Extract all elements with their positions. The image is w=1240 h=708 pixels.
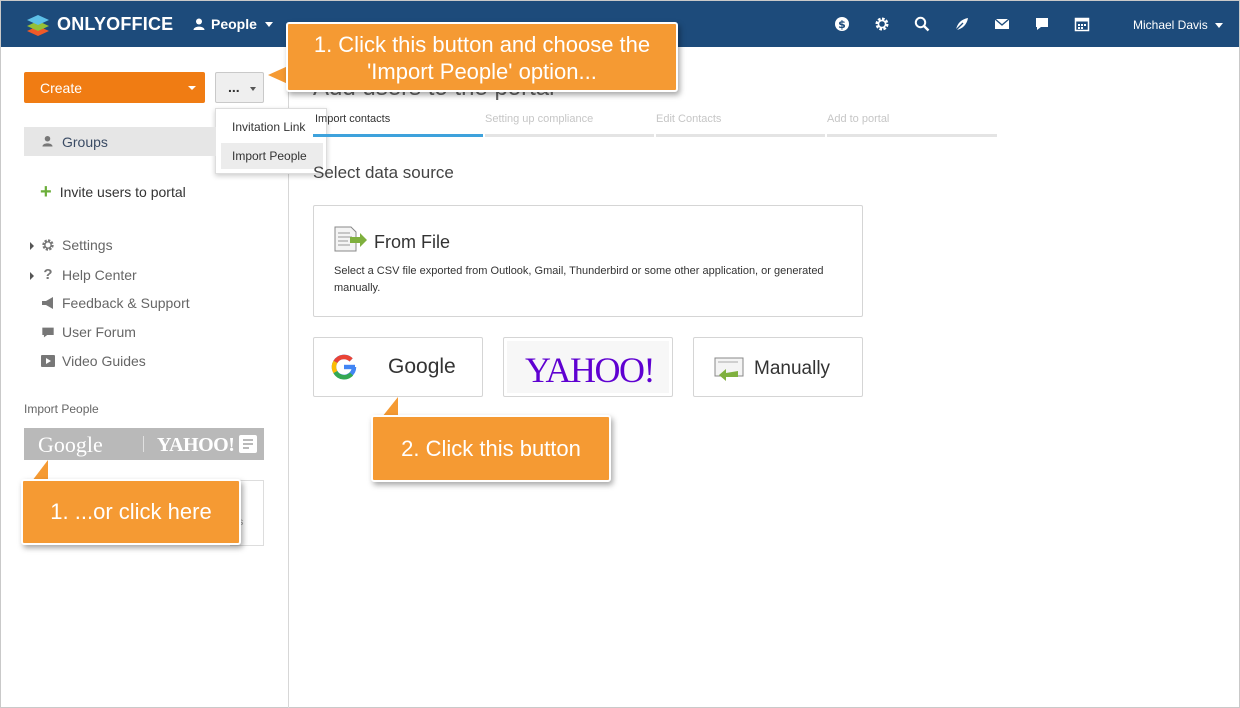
from-file-title: From File: [374, 232, 450, 252]
chevron-down-icon: [188, 86, 196, 90]
calendar-icon[interactable]: [1073, 15, 1091, 33]
sidebar-item-settings[interactable]: Settings: [30, 237, 113, 253]
sidebar-item-feedback-support[interactable]: Feedback & Support: [30, 295, 190, 311]
settings-icon[interactable]: [873, 15, 891, 33]
video-icon: [40, 355, 56, 367]
manual-entry-icon: [714, 357, 744, 381]
more-actions-label: ...: [228, 79, 240, 95]
step-edit-contacts: Edit Contacts: [656, 113, 722, 125]
file-import-icon: [334, 226, 367, 252]
step-progress: [827, 134, 997, 137]
user-menu[interactable]: Michael Davis: [1133, 18, 1223, 32]
more-actions-dropdown: Invitation Link Import People: [215, 108, 327, 174]
google-button-label: Google: [388, 355, 456, 378]
step-add-to-portal: Add to portal: [827, 113, 890, 125]
step-setting-up-compliance: Setting up compliance: [485, 113, 594, 125]
import-google-link[interactable]: Google: [38, 432, 103, 458]
megaphone-icon: [40, 297, 56, 309]
yahoo-logo-area: YAHOO!: [507, 341, 669, 393]
callout-pointer: [382, 397, 398, 417]
sidebar-item-label: Feedback & Support: [62, 295, 190, 311]
callout-alt-step-1: 1. ...or click here: [21, 479, 241, 545]
from-file-option[interactable]: From File Select a CSV file exported fro…: [313, 205, 863, 317]
question-icon: ?: [43, 266, 53, 283]
callout-pointer: [268, 66, 288, 84]
chevron-down-icon: [264, 21, 273, 27]
wizard-steps: Import contacts Setting up compliance Ed…: [313, 113, 997, 138]
callout-alt-step-1-text: 1. ...or click here: [50, 499, 212, 524]
expand-arrow-icon[interactable]: [30, 271, 34, 280]
sidebar-item-label: Help Center: [62, 266, 137, 283]
menu-item-import-people[interactable]: Import People: [221, 143, 323, 169]
onlyoffice-logo-icon[interactable]: [25, 12, 51, 38]
chevron-down-icon: [250, 87, 256, 91]
logo-text[interactable]: ONLYOFFICE: [57, 14, 173, 35]
callout-step-2-text: 2. Click this button: [401, 436, 581, 461]
invite-users-label: Invite users to portal: [59, 184, 186, 200]
chevron-down-icon: [1214, 22, 1223, 28]
gear-icon: [40, 238, 56, 252]
sidebar-item-label: Settings: [62, 237, 113, 253]
create-button-label: Create: [40, 80, 83, 96]
create-button[interactable]: Create: [24, 72, 205, 103]
payments-icon[interactable]: $: [833, 15, 851, 33]
sidebar-item-label: Video Guides: [62, 353, 146, 369]
yahoo-import-button[interactable]: YAHOO!: [503, 337, 673, 397]
section-title: Select data source: [313, 163, 454, 182]
person-icon: [42, 135, 53, 147]
divider: [143, 436, 144, 452]
menu-item-invitation-link[interactable]: Invitation Link: [221, 114, 323, 140]
module-label: People: [211, 16, 257, 32]
chat-icon[interactable]: [1033, 15, 1051, 33]
callout-step-1: 1. Click this button and choose the 'Imp…: [286, 22, 678, 92]
step-progress-active: [313, 134, 483, 137]
from-file-description: Select a CSV file exported from Outlook,…: [334, 265, 824, 294]
more-actions-button[interactable]: ...: [215, 72, 264, 103]
comment-icon: [40, 326, 56, 339]
expand-arrow-icon[interactable]: [30, 242, 34, 250]
sidebar-item-user-forum[interactable]: User Forum: [30, 324, 136, 340]
callout-step-2: 2. Click this button: [371, 415, 611, 482]
step-import-contacts: Import contacts: [315, 113, 391, 125]
yahoo-logo: YAHOO!: [525, 350, 656, 390]
sidebar-item-label: Groups: [62, 134, 108, 150]
manual-button-label: Manually: [754, 358, 831, 379]
import-yahoo-link[interactable]: YAHOO!: [157, 434, 235, 457]
import-file-icon[interactable]: [239, 435, 257, 453]
google-import-button[interactable]: Google: [313, 337, 483, 397]
sidebar-item-help-center[interactable]: ? Help Center: [30, 266, 137, 283]
invite-users-link[interactable]: + Invite users to portal: [40, 181, 186, 203]
callout-pointer: [32, 460, 48, 481]
import-people-title: Import People: [24, 402, 99, 416]
import-people-bar[interactable]: Google YAHOO!: [24, 428, 264, 460]
svg-text:$: $: [838, 18, 846, 31]
mail-icon[interactable]: [993, 15, 1011, 33]
user-name: Michael Davis: [1133, 18, 1208, 32]
sidebar-item-label: User Forum: [62, 324, 136, 340]
plus-icon: +: [40, 181, 52, 203]
person-icon: [193, 18, 205, 30]
step-progress: [485, 134, 654, 137]
step-progress: [656, 134, 825, 137]
feed-icon[interactable]: [953, 15, 971, 33]
sidebar-item-video-guides[interactable]: Video Guides: [30, 353, 146, 369]
callout-step-1-text: 1. Click this button and choose the 'Imp…: [313, 32, 651, 84]
sidebar-item-groups[interactable]: Groups: [24, 127, 216, 156]
search-icon[interactable]: [913, 15, 931, 33]
google-logo-icon: [331, 354, 357, 380]
manual-import-button[interactable]: Manually: [693, 337, 863, 397]
module-switcher[interactable]: People: [193, 16, 273, 32]
